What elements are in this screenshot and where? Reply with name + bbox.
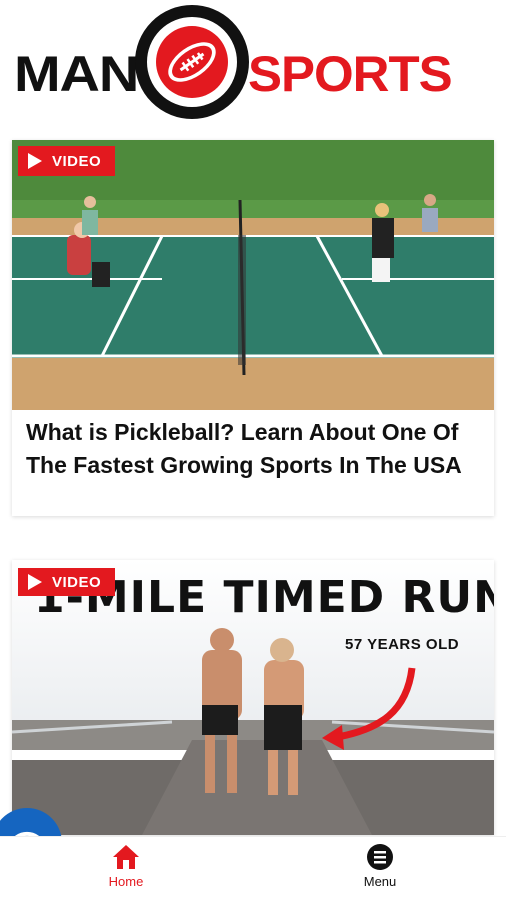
thumbnail-caption: 57 YEARS OLD [345,636,460,653]
site-header: MAN SPORTS [0,0,506,128]
football-logo-icon[interactable] [134,4,250,120]
menu-list-icon [367,844,393,870]
video-badge-label: VIDEO [52,152,102,170]
article-card[interactable]: VIDEO What is Pickleball? Learn About On… [12,140,494,516]
home-icon [113,845,139,869]
video-badge: VIDEO [18,568,116,596]
bottom-navigation: Home Menu [0,836,506,901]
video-badge: VIDEO [18,146,116,176]
video-badge-label: VIDEO [52,573,102,591]
logo-text-man[interactable]: MAN [14,45,139,103]
pickleball-thumbnail-image[interactable] [12,140,494,410]
logo-text-sports[interactable]: SPORTS [248,45,453,103]
nav-menu[interactable]: Menu [335,843,425,889]
article-card[interactable]: 1-MILE TIMED RUN 57 YEARS OLD VIDEO [12,560,494,835]
article-title[interactable]: What is Pickleball? Learn About One Of T… [26,416,466,482]
play-icon [28,574,42,590]
play-icon [28,153,42,169]
nav-home-label: Home [108,874,144,889]
nav-menu-label: Menu [363,874,397,889]
nav-home[interactable]: Home [81,843,171,889]
